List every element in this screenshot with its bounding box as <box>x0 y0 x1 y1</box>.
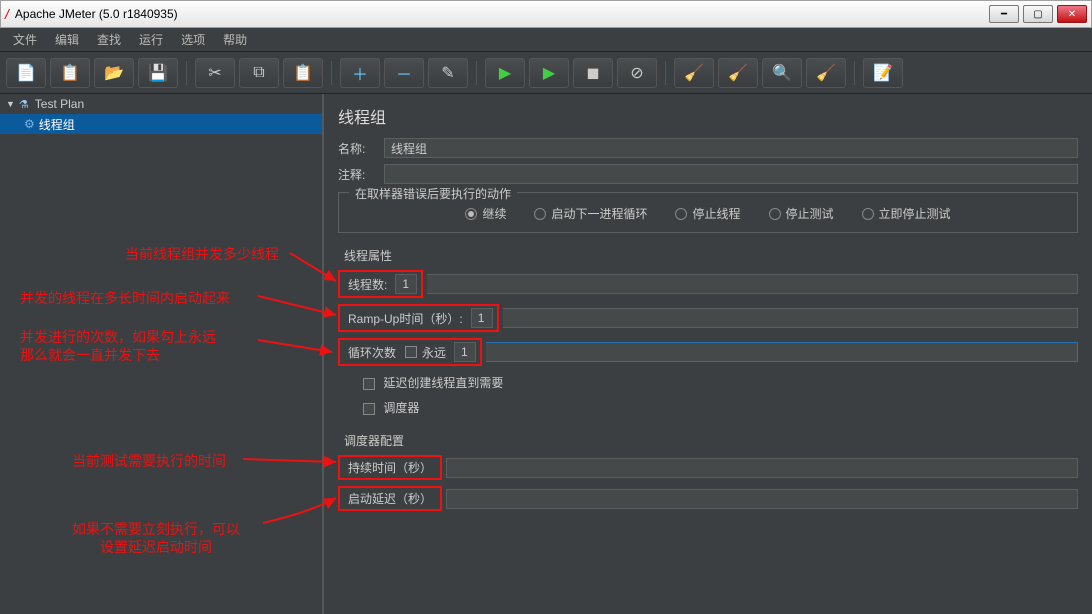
error-group-title: 在取样器错误后要执行的动作 <box>349 185 517 202</box>
radio-nextloop[interactable]: 启动下一进程循环 <box>534 205 647 222</box>
startup-delay-input[interactable] <box>446 489 1078 509</box>
num-threads-input[interactable] <box>395 274 417 294</box>
panel-title: 线程组 <box>338 104 1078 128</box>
tree-root-label: Test Plan <box>35 97 84 111</box>
shutdown-icon[interactable]: ⊘ <box>617 58 657 88</box>
function-helper-icon[interactable]: 📝 <box>863 58 903 88</box>
tree-panel: ▼ ⚗ Test Plan ⚙ 线程组 <box>0 94 324 614</box>
delay-create-checkbox[interactable] <box>363 378 375 390</box>
rampup-input-ext[interactable] <box>503 308 1078 328</box>
tree-root[interactable]: ▼ ⚗ Test Plan <box>0 94 322 114</box>
radio-stoptest[interactable]: 停止测试 <box>769 205 834 222</box>
forever-label: 永远 <box>422 344 446 361</box>
testplan-icon: ⚗ <box>19 98 29 111</box>
comment-input[interactable] <box>384 164 1078 184</box>
toolbar: 📄 📋 📂 💾 ✂ ⧉ 📋 ＋ － ✎ ▶ ▶ ◼ ⊘ 🧹 🧹 🔍 🧹 📝 <box>0 52 1092 94</box>
maximize-button[interactable]: ▢ <box>1023 5 1053 23</box>
toggle-icon[interactable]: ✎ <box>428 58 468 88</box>
radio-stopthread[interactable]: 停止线程 <box>675 205 740 222</box>
save-icon[interactable]: 💾 <box>138 58 178 88</box>
thread-props-label: 线程属性 <box>338 247 1078 264</box>
loop-row: 循环次数 永远 <box>338 338 1078 366</box>
duration-row: 持续时间（秒） <box>338 455 1078 480</box>
menu-options[interactable]: 选项 <box>172 31 214 48</box>
rampup-row: Ramp-Up时间（秒）: <box>338 304 1078 332</box>
scheduler-row: 调度器 <box>338 399 1078 416</box>
config-panel: 线程组 名称: 注释: 在取样器错误后要执行的动作 继续 启动下一进程循环 停止… <box>324 94 1092 614</box>
menu-edit[interactable]: 编辑 <box>46 31 88 48</box>
paste-icon[interactable]: 📋 <box>283 58 323 88</box>
name-label: 名称: <box>338 140 384 157</box>
menu-run[interactable]: 运行 <box>130 31 172 48</box>
duration-label: 持续时间（秒） <box>344 459 436 476</box>
start-icon[interactable]: ▶ <box>485 58 525 88</box>
scheduler-label: 调度器 <box>383 401 419 415</box>
loop-input[interactable] <box>454 342 476 362</box>
startup-delay-row: 启动延迟（秒） <box>338 486 1078 511</box>
num-threads-input-ext[interactable] <box>427 274 1078 294</box>
minus-icon[interactable]: － <box>384 58 424 88</box>
minimize-button[interactable]: ━ <box>989 5 1019 23</box>
name-input[interactable] <box>384 138 1078 158</box>
search-icon[interactable]: 🔍 <box>762 58 802 88</box>
sched-config-label: 调度器配置 <box>338 432 1078 449</box>
rampup-input[interactable] <box>471 308 493 328</box>
open-icon[interactable]: 📂 <box>94 58 134 88</box>
cut-icon[interactable]: ✂ <box>195 58 235 88</box>
copy-icon[interactable]: ⧉ <box>239 58 279 88</box>
clear-all-icon[interactable]: 🧹 <box>718 58 758 88</box>
plus-icon[interactable]: ＋ <box>340 58 380 88</box>
menu-search[interactable]: 查找 <box>88 31 130 48</box>
rampup-label: Ramp-Up时间（秒）: <box>344 310 467 327</box>
radio-continue[interactable]: 继续 <box>465 205 506 222</box>
menu-file[interactable]: 文件 <box>4 31 46 48</box>
tree-threadgroup[interactable]: ⚙ 线程组 <box>0 114 322 134</box>
stop-icon[interactable]: ◼ <box>573 58 613 88</box>
loop-input-ext[interactable] <box>486 342 1078 362</box>
tree-child-label: 线程组 <box>39 116 75 133</box>
clear-icon[interactable]: 🧹 <box>674 58 714 88</box>
menu-bar: 文件 编辑 查找 运行 选项 帮助 <box>0 28 1092 52</box>
num-threads-row: 线程数: <box>338 270 1078 298</box>
start-notimers-icon[interactable]: ▶ <box>529 58 569 88</box>
duration-input[interactable] <box>446 458 1078 478</box>
radio-stopnow[interactable]: 立即停止测试 <box>862 205 951 222</box>
forever-checkbox[interactable] <box>405 346 417 358</box>
error-action-group: 在取样器错误后要执行的动作 继续 启动下一进程循环 停止线程 停止测试 立即停止… <box>338 192 1078 233</box>
gear-icon: ⚙ <box>24 117 35 131</box>
startup-delay-label: 启动延迟（秒） <box>344 490 436 507</box>
new-icon[interactable]: 📄 <box>6 58 46 88</box>
window-title: Apache JMeter (5.0 r1840935) <box>15 7 178 21</box>
templates-icon[interactable]: 📋 <box>50 58 90 88</box>
num-threads-label: 线程数: <box>344 276 391 293</box>
app-icon: / <box>5 6 9 22</box>
menu-help[interactable]: 帮助 <box>214 31 256 48</box>
expand-icon[interactable]: ▼ <box>6 99 15 109</box>
reset-search-icon[interactable]: 🧹 <box>806 58 846 88</box>
loop-label: 循环次数 <box>344 344 400 361</box>
title-bar: / Apache JMeter (5.0 r1840935) ━ ▢ ✕ <box>0 0 1092 28</box>
scheduler-checkbox[interactable] <box>363 403 375 415</box>
close-button[interactable]: ✕ <box>1057 5 1087 23</box>
main-area: ▼ ⚗ Test Plan ⚙ 线程组 线程组 名称: 注释: 在取样器错误后要… <box>0 94 1092 614</box>
comment-label: 注释: <box>338 166 384 183</box>
delay-create-row: 延迟创建线程直到需要 <box>338 374 1078 391</box>
delay-create-label: 延迟创建线程直到需要 <box>383 376 503 390</box>
